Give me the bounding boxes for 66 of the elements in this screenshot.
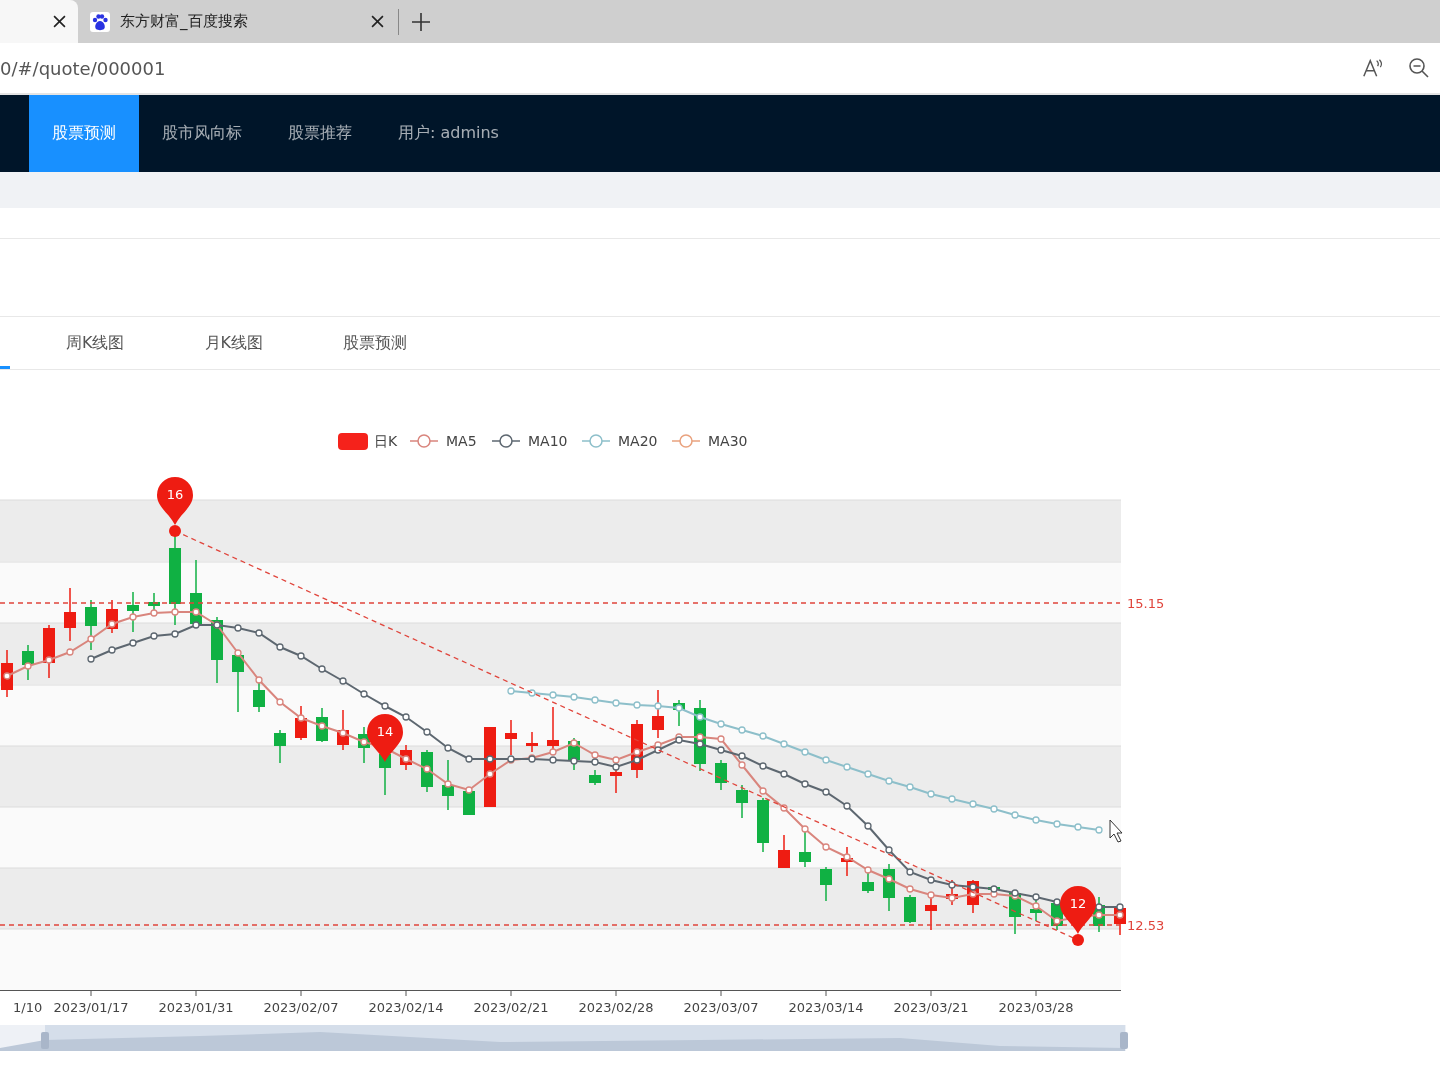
pin-marker bbox=[367, 714, 403, 762]
candlestick bbox=[505, 719, 517, 756]
axis-label: 1/10 bbox=[13, 1000, 43, 1015]
pin-label: 14 bbox=[376, 724, 394, 739]
candlestick bbox=[652, 689, 664, 739]
pin-marker bbox=[1060, 886, 1096, 934]
address-text[interactable]: 0/#/quote/000001 bbox=[0, 57, 166, 79]
pin-marker bbox=[157, 477, 193, 525]
candlestick bbox=[22, 644, 34, 681]
paw-icon bbox=[90, 11, 110, 32]
candlestick bbox=[904, 894, 916, 924]
tab-title: 东方财富_百度搜索 bbox=[120, 12, 249, 31]
axis-label: 2023/02/14 bbox=[368, 1000, 444, 1015]
tab[interactable]: 月K线图 bbox=[204, 317, 263, 369]
axis-label: 2023/01/31 bbox=[158, 1000, 234, 1015]
mark-line-label: 15.15 bbox=[1127, 596, 1165, 611]
axis-label: 2023/02/21 bbox=[473, 1000, 549, 1015]
candlestick bbox=[757, 797, 769, 853]
axis-label: 2023/03/07 bbox=[683, 1000, 759, 1015]
candlestick bbox=[778, 834, 790, 869]
axis-label: 2023/02/28 bbox=[578, 1000, 654, 1015]
pin-label: 12 bbox=[1069, 896, 1087, 911]
pin-label: 16 bbox=[166, 487, 184, 502]
read-aloud-icon[interactable] bbox=[1362, 57, 1384, 79]
candlestick bbox=[442, 759, 454, 811]
zoom-out-icon[interactable] bbox=[1408, 57, 1430, 79]
legend-label[interactable]: MA5 bbox=[446, 433, 477, 449]
candlestick bbox=[64, 587, 76, 642]
candlestick bbox=[589, 769, 601, 786]
candlestick bbox=[211, 616, 223, 684]
close-icon[interactable] bbox=[53, 15, 66, 28]
range-slider[interactable] bbox=[0, 1025, 1126, 1051]
new-tab-icon[interactable] bbox=[411, 11, 431, 32]
axis-label: 2023/03/21 bbox=[893, 1000, 969, 1015]
legend-label[interactable]: MA30 bbox=[708, 433, 748, 449]
candlestick bbox=[715, 759, 727, 791]
point-dot bbox=[169, 525, 181, 537]
candlestick bbox=[736, 784, 748, 819]
legend-label[interactable]: 日K bbox=[374, 433, 398, 449]
candlestick bbox=[820, 866, 832, 902]
candlestick bbox=[127, 591, 139, 633]
nav-item[interactable]: 股票推荐 bbox=[265, 95, 375, 172]
candlestick bbox=[274, 729, 286, 764]
nav-item[interactable]: 股市风向标 bbox=[139, 95, 265, 172]
legend-label[interactable]: MA20 bbox=[618, 433, 658, 449]
axis-label: 2023/02/07 bbox=[263, 1000, 339, 1015]
candlestick bbox=[43, 624, 55, 679]
legend-label[interactable]: MA10 bbox=[528, 433, 568, 449]
candlestick bbox=[526, 731, 538, 753]
axis-label: 2023/03/28 bbox=[998, 1000, 1074, 1015]
candlestick bbox=[85, 599, 97, 651]
point-dot bbox=[1072, 934, 1084, 946]
cursor-icon bbox=[1109, 819, 1123, 843]
slider-handle[interactable] bbox=[41, 1032, 49, 1049]
candlestick bbox=[925, 896, 937, 931]
mark-line-label: 12.53 bbox=[1127, 918, 1165, 933]
candlestick bbox=[547, 706, 559, 751]
tab[interactable]: 股票预测 bbox=[343, 317, 407, 369]
candlestick bbox=[295, 705, 307, 741]
nav-item[interactable]: 用户: admins bbox=[375, 95, 522, 172]
close-icon[interactable] bbox=[371, 15, 384, 28]
axis-label: 2023/03/14 bbox=[788, 1000, 864, 1015]
tab[interactable]: 周K线图 bbox=[66, 317, 125, 369]
candlestick bbox=[1030, 899, 1042, 922]
axis-label: 2023/01/17 bbox=[53, 1000, 129, 1015]
slider-handle[interactable] bbox=[1120, 1032, 1128, 1049]
